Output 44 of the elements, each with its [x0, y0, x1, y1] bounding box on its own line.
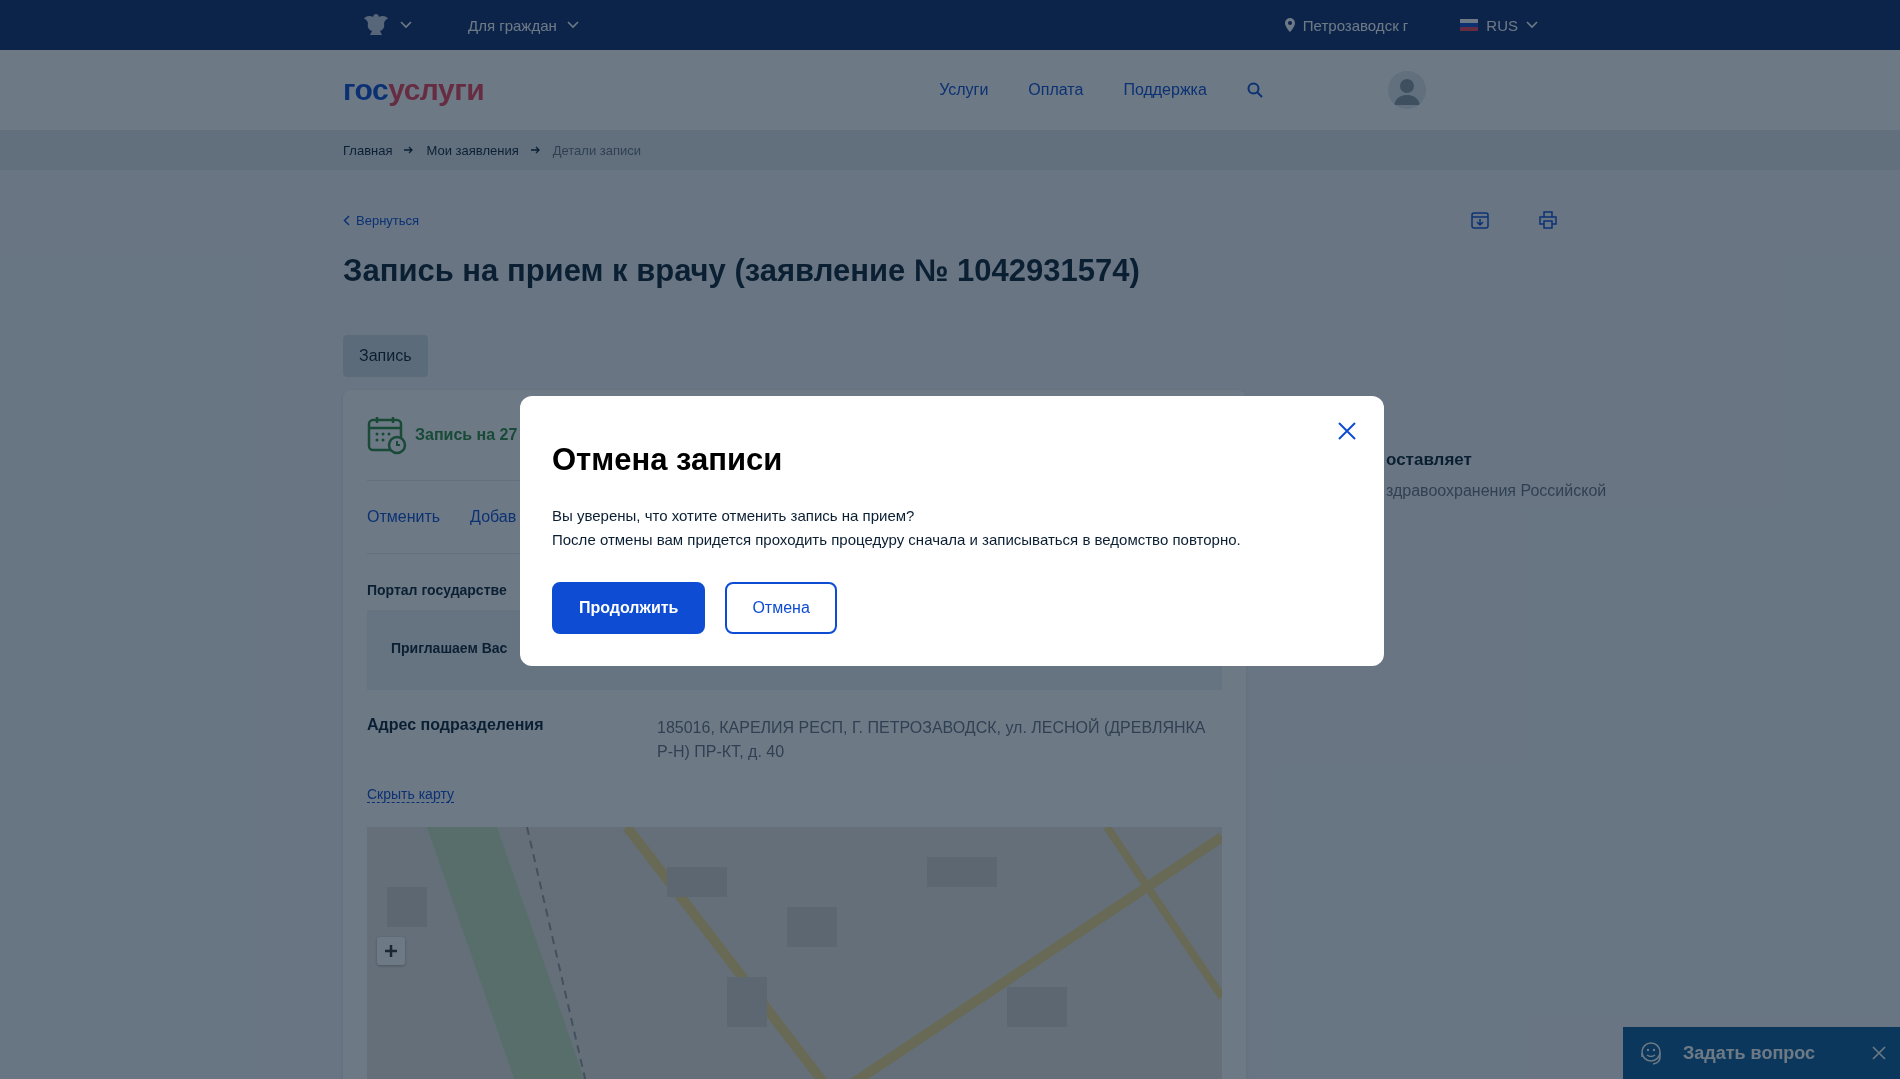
arrow-right-icon [404, 146, 415, 154]
address-value: 185016, КАРЕЛИЯ РЕСП, Г. ПЕТРОЗАВОДСК, ул. ЛЕСНОЙ (ДРЕВЛЯНКА Р-Н) ПР-КТ, д. 40 [657, 717, 1207, 762]
dialog-text: После отмены вам придется проходить процедуру сначала и записываться в ведомство повторно. [552, 530, 1242, 550]
chevron-down-icon [566, 21, 579, 29]
zoom-in-button[interactable] [377, 937, 405, 965]
location-pin-icon [1284, 18, 1295, 32]
page-title: Запись на прием к врачу (заявление № 1042931574) [343, 253, 1141, 289]
location-link[interactable]: Петрозаводск г [1278, 15, 1415, 35]
flag-icon [1460, 19, 1479, 31]
chevron-down-icon [400, 21, 412, 29]
close-button[interactable] [1336, 420, 1358, 442]
calendar-clock-icon [367, 415, 407, 455]
nav-link[interactable]: Услуги [939, 81, 989, 99]
download-icon[interactable] [1471, 211, 1489, 229]
address-label: Адрес подразделения [367, 716, 545, 735]
logo[interactable]: госуслуги [343, 73, 485, 107]
dialog-title: Отмена записи [552, 442, 784, 478]
continue-button[interactable]: Продолжить [552, 582, 706, 634]
print-icon[interactable] [1539, 211, 1557, 229]
back-link[interactable]: Вернуться [343, 212, 420, 228]
appointment-heading: Запись на 27 [415, 426, 518, 444]
hide-map-link[interactable]: Скрыть карту [367, 786, 454, 803]
breadcrumb-link[interactable]: Главная [343, 142, 393, 158]
chevron-down-icon [1526, 21, 1538, 29]
action-link[interactable]: Отменить [367, 508, 441, 526]
action-link[interactable]: Добав [470, 508, 517, 526]
cancel-button[interactable]: Отмена [725, 582, 837, 634]
plus-icon [385, 945, 397, 957]
side-text: здравоохранения Российской [1386, 482, 1607, 500]
breadcrumb-link[interactable]: Мои заявления [426, 142, 519, 158]
close-icon [1338, 422, 1356, 440]
region-menu[interactable]: Для граждан [462, 15, 585, 35]
nav-link[interactable]: Поддержка [1123, 81, 1207, 99]
ask-question-widget[interactable]: Задать вопрос [1623, 1027, 1900, 1079]
search-icon[interactable] [1246, 82, 1263, 98]
source-label: Портал государстве [367, 582, 508, 598]
chevron-left-icon [343, 214, 350, 226]
language-selector[interactable]: RUS [1454, 15, 1544, 35]
close-icon[interactable] [1872, 1046, 1886, 1060]
side-heading: оставляет [1386, 450, 1473, 470]
arrow-right-icon [530, 146, 541, 154]
tab[interactable]: Запись [343, 335, 428, 377]
nav-link[interactable]: Оплата [1028, 81, 1084, 99]
dialog-text: Вы уверены, что хотите отменить запись на прием? [552, 506, 916, 526]
